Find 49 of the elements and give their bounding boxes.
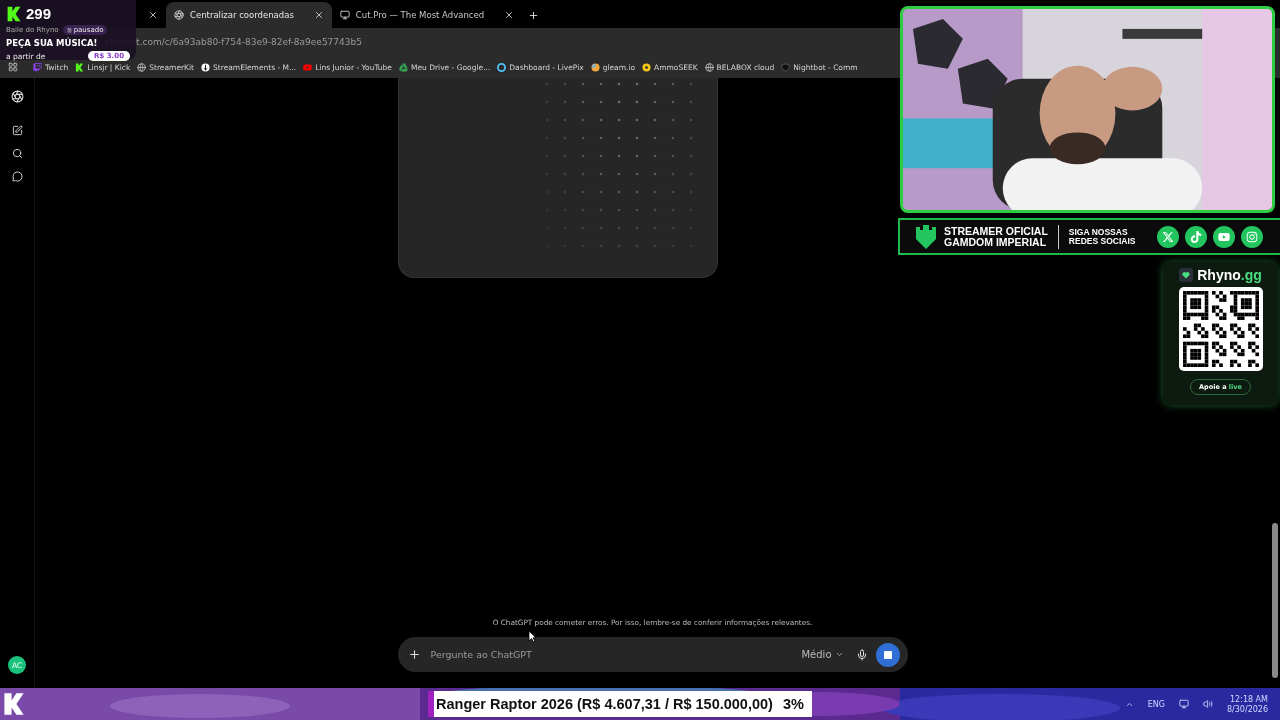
banner-title: STREAMER OFICIAL xyxy=(944,226,1048,237)
new-tab-button[interactable] xyxy=(528,10,540,21)
tiktok-icon[interactable] xyxy=(1185,225,1208,248)
browser-tab[interactable]: Cut.Pro — The Most Advanced xyxy=(331,2,523,28)
message-composer[interactable]: Pergunte ao ChatGPT Médio xyxy=(397,637,908,672)
percent-text: 3% xyxy=(782,696,804,712)
logo-icon xyxy=(6,5,22,22)
logo-icon xyxy=(75,62,85,72)
logo-icon xyxy=(2,692,26,716)
globe-icon xyxy=(704,62,714,72)
search-icon[interactable] xyxy=(11,148,23,159)
microphone-icon[interactable] xyxy=(855,648,868,661)
close-icon[interactable] xyxy=(504,10,515,20)
stop-button[interactable] xyxy=(875,642,900,667)
close-icon[interactable] xyxy=(313,10,324,20)
language-indicator[interactable]: ENG xyxy=(1147,699,1165,709)
instagram-icon[interactable] xyxy=(1241,225,1264,248)
apps-icon[interactable] xyxy=(8,62,18,72)
speaker-icon[interactable] xyxy=(1202,699,1213,709)
youtube-icon[interactable] xyxy=(1213,225,1236,248)
clock[interactable]: 12:18 AM 8/30/2026 xyxy=(1226,694,1268,714)
drive-icon xyxy=(399,62,408,72)
monitor-icon xyxy=(339,10,350,20)
castle-icon xyxy=(914,222,938,251)
new-chat-icon[interactable] xyxy=(11,125,23,136)
monitor-icon[interactable] xyxy=(1178,699,1189,709)
banner-subtitle: REDES SOCIAIS xyxy=(1068,236,1136,245)
x-icon[interactable] xyxy=(1157,225,1180,248)
model-selector[interactable]: Médio xyxy=(797,649,848,660)
twitch-icon xyxy=(33,62,42,72)
banner-subtitle: SIGA NOSSAS xyxy=(1068,228,1129,237)
browser-tab[interactable]: Centralizar coordenadas xyxy=(166,2,332,28)
anchor-icon xyxy=(201,62,211,72)
youtube-icon xyxy=(303,62,313,72)
ring-icon xyxy=(497,62,507,72)
plus-icon[interactable] xyxy=(407,648,421,661)
aperture-icon[interactable] xyxy=(10,90,24,103)
brand-text: Rhyno.gg xyxy=(1197,267,1262,283)
globe-icon xyxy=(137,62,147,72)
chat-icon[interactable] xyxy=(11,171,23,182)
shield-icon xyxy=(781,62,791,72)
aperture-icon xyxy=(174,10,184,20)
count-text: 299 xyxy=(26,5,52,22)
scrollbar[interactable] xyxy=(1272,523,1278,678)
cursor-icon xyxy=(528,630,537,643)
banner-title: GAMDOM IMPERIAL xyxy=(944,236,1048,247)
ticker-text: Ranger Raptor 2026 (R$ 4.607,31 / R$ 150.000,00) xyxy=(436,696,773,712)
close-icon[interactable] xyxy=(148,10,158,20)
chevron-down-icon xyxy=(834,650,844,659)
